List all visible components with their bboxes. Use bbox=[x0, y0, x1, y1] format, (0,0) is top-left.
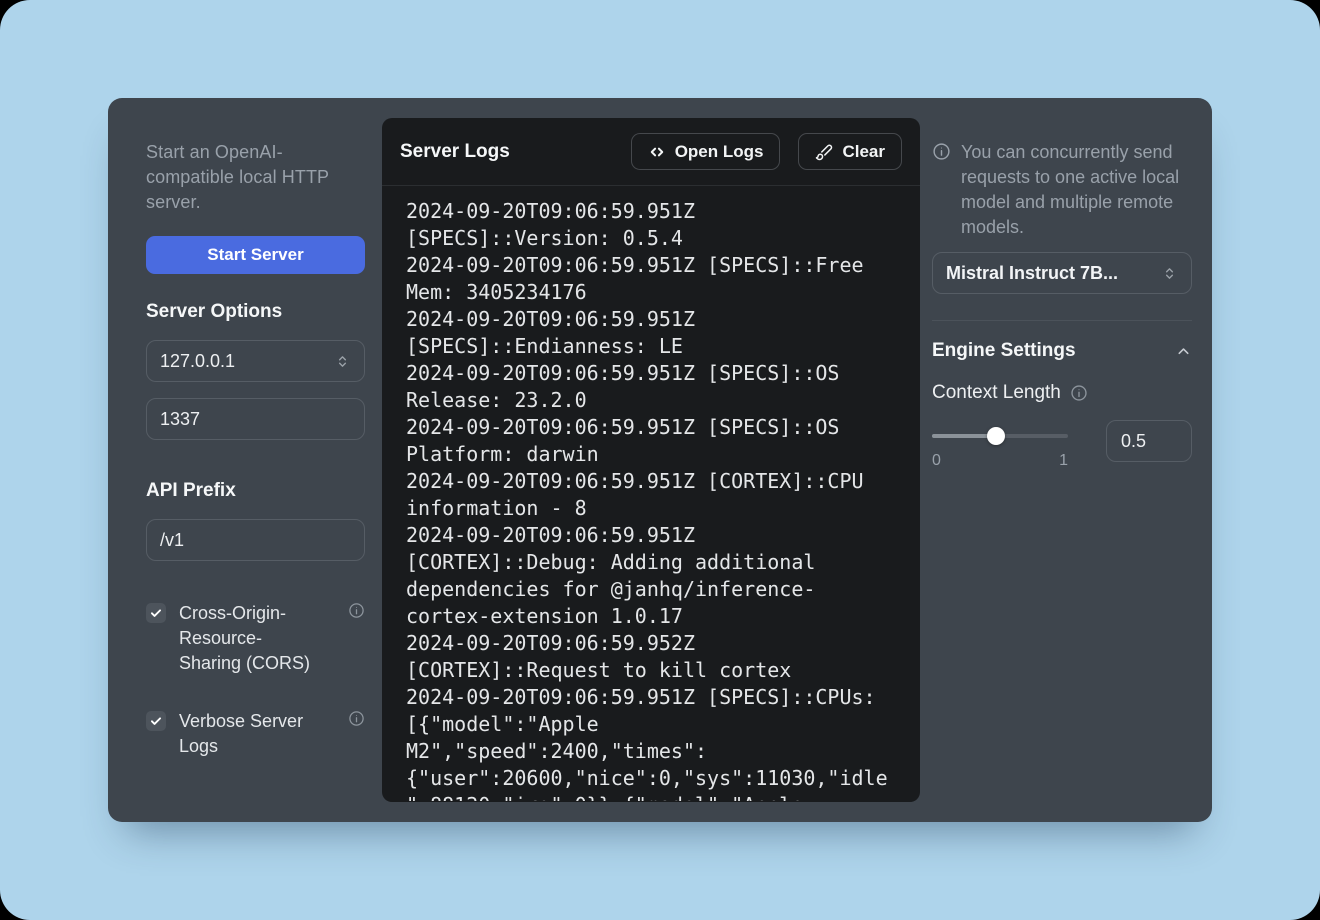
server-logs-title: Server Logs bbox=[400, 141, 510, 163]
sidebar-divider bbox=[932, 320, 1192, 321]
verbose-info-icon[interactable] bbox=[348, 710, 365, 727]
cors-checkbox-label: Cross-Origin-Resource-Sharing (CORS) bbox=[179, 601, 317, 676]
check-icon bbox=[149, 714, 163, 728]
model-select-value: Mistral Instruct 7B... bbox=[946, 263, 1118, 284]
api-prefix-value: /v1 bbox=[160, 530, 184, 551]
model-sidebar: You can concurrently send requests to on… bbox=[932, 140, 1192, 470]
check-icon bbox=[149, 606, 163, 620]
chevron-up-icon bbox=[1175, 343, 1192, 360]
slider-max-label: 1 bbox=[1059, 452, 1068, 470]
concurrency-note: You can concurrently send requests to on… bbox=[932, 140, 1192, 240]
port-input[interactable]: 1337 bbox=[146, 398, 365, 440]
verbose-checkbox-row: Verbose Server Logs bbox=[146, 709, 365, 759]
clear-logs-label: Clear bbox=[842, 142, 885, 162]
code-icon bbox=[648, 143, 666, 161]
server-description: Start an OpenAI-compatible local HTTP se… bbox=[146, 140, 365, 215]
slider-min-label: 0 bbox=[932, 452, 941, 470]
server-config-sidebar: Start an OpenAI-compatible local HTTP se… bbox=[146, 140, 365, 759]
host-select[interactable]: 127.0.0.1 bbox=[146, 340, 365, 382]
log-output[interactable]: 2024-09-20T09:06:59.951Z [SPECS]::Versio… bbox=[382, 186, 920, 801]
model-select[interactable]: Mistral Instruct 7B... bbox=[932, 252, 1192, 294]
open-logs-label: Open Logs bbox=[675, 142, 764, 162]
server-logs-header: Server Logs Open Logs Clear bbox=[382, 118, 920, 186]
start-server-button[interactable]: Start Server bbox=[146, 236, 365, 274]
engine-settings-toggle[interactable]: Engine Settings bbox=[932, 340, 1192, 362]
slider-labels: 0 1 bbox=[932, 452, 1068, 470]
open-logs-button[interactable]: Open Logs bbox=[631, 133, 781, 170]
cors-info-icon[interactable] bbox=[348, 602, 365, 619]
verbose-checkbox[interactable] bbox=[146, 711, 166, 731]
api-prefix-title: API Prefix bbox=[146, 480, 365, 502]
cors-checkbox-row: Cross-Origin-Resource-Sharing (CORS) bbox=[146, 601, 365, 676]
context-length-label: Context Length bbox=[932, 382, 1061, 404]
paintbrush-icon bbox=[815, 143, 833, 161]
concurrency-note-text: You can concurrently send requests to on… bbox=[961, 140, 1192, 240]
chevron-updown-icon bbox=[1161, 265, 1178, 282]
api-prefix-input[interactable]: /v1 bbox=[146, 519, 365, 561]
cors-checkbox[interactable] bbox=[146, 603, 166, 623]
info-icon bbox=[932, 142, 951, 240]
context-length-info-icon[interactable] bbox=[1070, 384, 1088, 402]
app-window: Start an OpenAI-compatible local HTTP se… bbox=[0, 0, 1320, 920]
slider-wrap: 0 1 bbox=[932, 420, 1068, 470]
host-value: 127.0.0.1 bbox=[160, 351, 235, 372]
engine-settings-title: Engine Settings bbox=[932, 340, 1076, 362]
server-options-title: Server Options bbox=[146, 301, 365, 323]
clear-logs-button[interactable]: Clear bbox=[798, 133, 902, 170]
context-length-value: 0.5 bbox=[1121, 431, 1146, 452]
verbose-checkbox-label: Verbose Server Logs bbox=[179, 709, 317, 759]
port-value: 1337 bbox=[160, 409, 200, 430]
server-logs-panel: Server Logs Open Logs Clear 2024-09-20T0… bbox=[382, 118, 920, 802]
context-length-slider[interactable] bbox=[932, 427, 1068, 445]
context-length-row: Context Length bbox=[932, 382, 1192, 404]
chevron-updown-icon bbox=[334, 353, 351, 370]
local-server-panel: Start an OpenAI-compatible local HTTP se… bbox=[108, 98, 1212, 822]
slider-thumb[interactable] bbox=[987, 427, 1005, 445]
context-length-control: 0 1 0.5 bbox=[932, 420, 1192, 470]
context-length-input[interactable]: 0.5 bbox=[1106, 420, 1192, 462]
log-actions: Open Logs Clear bbox=[631, 133, 902, 170]
